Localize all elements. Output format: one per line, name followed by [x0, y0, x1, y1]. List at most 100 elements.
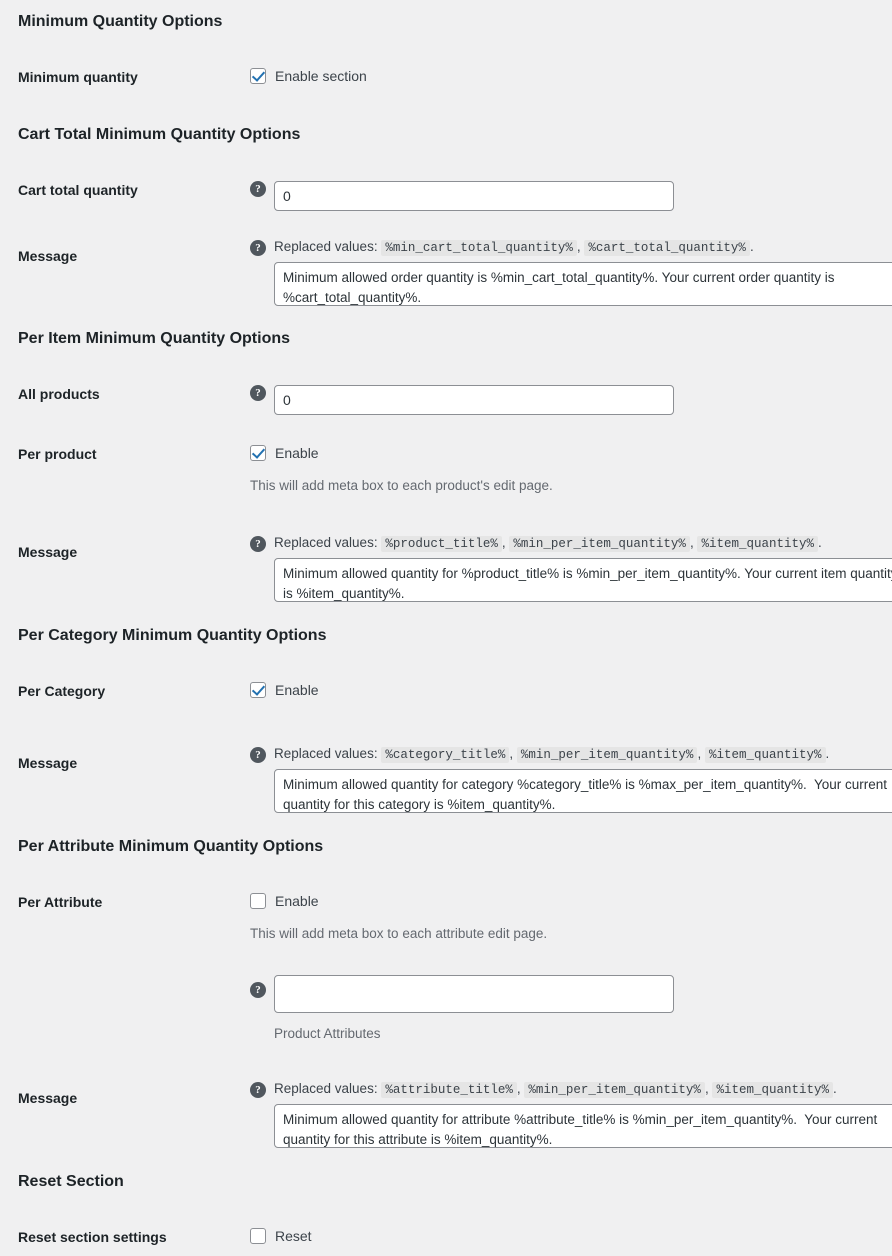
token-attribute-title: %attribute_title%: [381, 1082, 517, 1098]
token-min-cart-total-quantity: %min_cart_total_quantity%: [381, 240, 577, 256]
section-cart-total-minimum-quantity-options: Cart Total Minimum Quantity Options: [18, 125, 300, 146]
section-heading-per-category-minimum-quantity-options: Per Category Minimum Quantity Options: [18, 627, 327, 644]
row-per-category-message: Message ? Replaced values: %category_tit…: [18, 745, 892, 813]
replaced-values-label-per-category: Replaced values:: [274, 746, 378, 761]
row-per-category: Per Category Enable: [18, 682, 878, 702]
row-per-attribute-message: Message ? Replaced values: %attribute_ti…: [18, 1080, 892, 1148]
row-per-product: Per product Enable This will add meta bo…: [18, 445, 878, 496]
checkbox-per-attribute-enable[interactable]: Enable: [250, 893, 319, 909]
replaced-values-line-per-attribute: Replaced values: %attribute_title%, %min…: [274, 1081, 837, 1098]
replaced-values-label-per-item: Replaced values:: [274, 535, 378, 550]
token-item-quantity: %item_quantity%: [697, 536, 818, 552]
cart-total-message-field-column: Replaced values: %min_cart_total_quantit…: [274, 238, 892, 306]
section-heading-per-item-minimum-quantity-options: Per Item Minimum Quantity Options: [18, 330, 291, 347]
help-icon-all-products[interactable]: ?: [250, 385, 266, 401]
checkbox-enable-section[interactable]: Enable section: [250, 68, 367, 84]
product-attributes-input[interactable]: [274, 975, 674, 1013]
checkbox-box-enable-section[interactable]: [250, 68, 266, 84]
row-label-per-category: Per Category: [18, 683, 106, 699]
row-label-per-category-message: Message: [18, 755, 78, 771]
per-item-message-textarea[interactable]: Minimum allowed quantity for %product_ti…: [274, 557, 892, 602]
row-product-attributes: ? Product Attributes: [18, 975, 878, 1044]
token-min-per-item-quantity-category: %min_per_item_quantity%: [516, 747, 698, 763]
checkbox-box-per-category-enable[interactable]: [250, 682, 266, 698]
replaced-values-line-per-category: Replaced values: %category_title%, %min_…: [274, 746, 830, 763]
token-item-quantity-attribute: %item_quantity%: [712, 1082, 833, 1098]
token-product-title: %product_title%: [381, 536, 502, 552]
row-label-cart-total-quantity: Cart total quantity: [18, 182, 138, 198]
section-minimum-quantity-options: Minimum Quantity Options: [18, 12, 222, 33]
row-field-per-attribute: Enable This will add meta box to each at…: [250, 893, 878, 944]
description-product-attributes: Product Attributes: [274, 1026, 381, 1041]
token-item-quantity-category: %item_quantity%: [704, 747, 826, 763]
checkbox-box-reset[interactable]: [250, 1228, 266, 1244]
row-label-all-products: All products: [18, 386, 100, 402]
checkbox-label-per-category-enable: Enable: [275, 682, 319, 698]
settings-page: Minimum Quantity Options Minimum quantit…: [0, 0, 892, 1256]
help-icon-product-attributes[interactable]: ?: [250, 982, 266, 998]
checkbox-label-reset: Reset: [275, 1228, 312, 1244]
row-field-cart-total-quantity: ?: [250, 181, 878, 211]
section-heading-per-attribute-minimum-quantity-options: Per Attribute Minimum Quantity Options: [18, 838, 324, 855]
section-per-category-minimum-quantity-options: Per Category Minimum Quantity Options: [18, 626, 326, 647]
token-min-per-item-quantity-attribute: %min_per_item_quantity%: [524, 1082, 705, 1098]
row-field-minimum-quantity: Enable section: [250, 68, 878, 84]
row-field-cart-total-message: ? Replaced values: %min_cart_total_quant…: [250, 238, 892, 306]
replaced-values-label-cart-total: Replaced values:: [274, 239, 378, 254]
row-label-minimum-quantity: Minimum quantity: [18, 69, 138, 85]
row-per-attribute: Per Attribute Enable This will add meta …: [18, 893, 878, 944]
description-per-attribute: This will add meta box to each attribute…: [250, 926, 548, 941]
row-label-reset-section-settings: Reset section settings: [18, 1229, 167, 1245]
row-label-per-attribute-message: Message: [18, 1090, 78, 1106]
replaced-values-line-per-item: Replaced values: %product_title%, %min_p…: [274, 535, 822, 552]
section-reset-section: Reset Section: [18, 1172, 124, 1193]
row-reset-section-settings: Reset section settings Reset: [18, 1228, 878, 1248]
cart-total-message-textarea[interactable]: Minimum allowed order quantity is %min_c…: [274, 261, 892, 306]
section-heading-cart-total-minimum-quantity-options: Cart Total Minimum Quantity Options: [18, 126, 301, 143]
token-min-per-item-quantity: %min_per_item_quantity%: [509, 536, 690, 552]
checkbox-box-per-product-enable[interactable]: [250, 445, 266, 461]
row-cart-total-message: Message ? Replaced values: %min_cart_tot…: [18, 238, 892, 306]
row-field-per-category-message: ? Replaced values: %category_title%, %mi…: [250, 745, 892, 813]
help-icon-cart-total-message[interactable]: ?: [250, 240, 266, 256]
token-cart-total-quantity: %cart_total_quantity%: [584, 240, 750, 256]
replaced-values-label-per-attribute: Replaced values:: [274, 1081, 378, 1096]
row-field-per-item-message: ? Replaced values: %product_title%, %min…: [250, 534, 892, 602]
all-products-input[interactable]: [274, 385, 674, 415]
per-category-message-textarea[interactable]: Minimum allowed quantity for category %c…: [274, 768, 892, 813]
row-cart-total-quantity: Cart total quantity ?: [18, 181, 878, 211]
section-per-item-minimum-quantity-options: Per Item Minimum Quantity Options: [18, 329, 290, 350]
per-item-message-field-column: Replaced values: %product_title%, %min_p…: [274, 534, 892, 602]
checkbox-label-enable-section: Enable section: [275, 68, 367, 84]
help-icon-per-category-message[interactable]: ?: [250, 747, 266, 763]
checkbox-reset[interactable]: Reset: [250, 1228, 312, 1244]
checkbox-label-per-attribute-enable: Enable: [275, 893, 319, 909]
help-icon-per-attribute-message[interactable]: ?: [250, 1082, 266, 1098]
row-label-per-product: Per product: [18, 446, 97, 462]
help-icon-per-item-message[interactable]: ?: [250, 536, 266, 552]
checkbox-label-per-product-enable: Enable: [275, 445, 319, 461]
product-attributes-field-column: Product Attributes: [274, 975, 674, 1044]
per-attribute-message-field-column: Replaced values: %attribute_title%, %min…: [274, 1080, 892, 1148]
row-field-per-category: Enable: [250, 682, 878, 698]
per-attribute-message-textarea[interactable]: Minimum allowed quantity for attribute %…: [274, 1103, 892, 1148]
checkbox-per-category-enable[interactable]: Enable: [250, 682, 319, 698]
row-per-item-message: Message ? Replaced values: %product_titl…: [18, 534, 892, 602]
row-field-product-attributes: ? Product Attributes: [250, 975, 878, 1044]
row-minimum-quantity: Minimum quantity Enable section: [18, 68, 878, 88]
section-per-attribute-minimum-quantity-options: Per Attribute Minimum Quantity Options: [18, 837, 323, 858]
row-field-all-products: ?: [250, 385, 878, 415]
row-field-per-attribute-message: ? Replaced values: %attribute_title%, %m…: [250, 1080, 892, 1148]
token-category-title: %category_title%: [381, 747, 510, 763]
section-heading-minimum-quantity-options: Minimum Quantity Options: [18, 13, 223, 30]
row-label-cart-total-message: Message: [18, 248, 78, 264]
section-heading-reset-section: Reset Section: [18, 1173, 124, 1190]
replaced-values-line-cart-total: Replaced values: %min_cart_total_quantit…: [274, 239, 754, 256]
row-all-products: All products ?: [18, 385, 878, 415]
help-icon-cart-total-quantity[interactable]: ?: [250, 181, 266, 197]
cart-total-quantity-input[interactable]: [274, 181, 674, 211]
checkbox-box-per-attribute-enable[interactable]: [250, 893, 266, 909]
checkbox-per-product-enable[interactable]: Enable: [250, 445, 319, 461]
row-field-per-product: Enable This will add meta box to each pr…: [250, 445, 878, 496]
description-per-product: This will add meta box to each product's…: [250, 478, 553, 493]
